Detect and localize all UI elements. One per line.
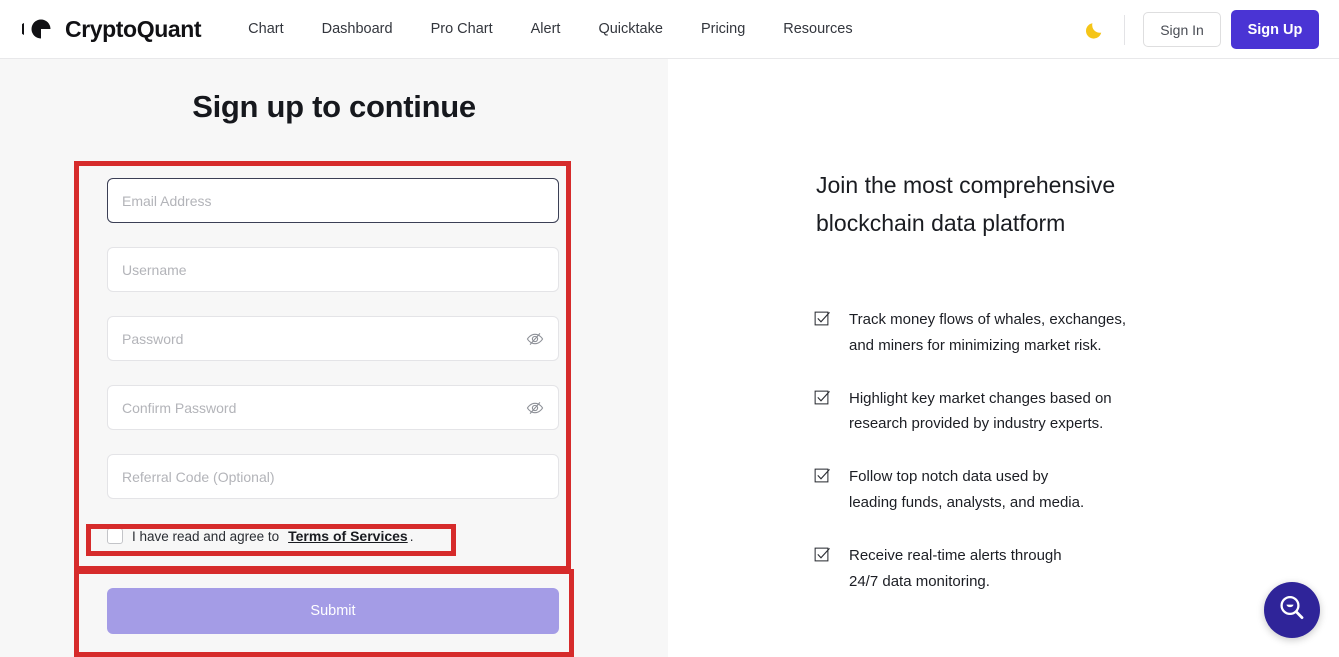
nav-item-dashboard[interactable]: Dashboard — [322, 21, 393, 37]
header-divider — [1124, 14, 1125, 45]
signup-page: CryptoQuant Chart Dashboard Pro Chart Al… — [0, 0, 1339, 657]
feature-line-2: leading funds, analysts, and media. — [849, 493, 1085, 511]
feature-line-2: research provided by industry experts. — [849, 415, 1104, 433]
header-actions: Sign In Sign Up — [1080, 0, 1319, 59]
nav-item-pro-chart[interactable]: Pro Chart — [431, 21, 493, 37]
signup-fields: Email Address Username Password Confirm … — [107, 178, 559, 523]
feature-line-1: Follow top notch data used by — [849, 468, 1049, 486]
nav-item-resources[interactable]: Resources — [783, 21, 852, 37]
terms-text-suffix: . — [409, 528, 414, 544]
promo-heading-line-2: blockchain data platform — [816, 209, 1066, 236]
referral-code-field[interactable]: Referral Code (Optional) — [107, 454, 559, 499]
eye-off-icon[interactable] — [524, 328, 546, 350]
sign-in-button[interactable]: Sign In — [1143, 12, 1221, 47]
eye-off-icon[interactable] — [524, 397, 546, 419]
feature-item: Receive real-time alerts through 24/7 da… — [814, 543, 1234, 595]
checkbox-check-icon — [814, 547, 831, 564]
password-field[interactable]: Password — [107, 316, 559, 361]
help-support-button[interactable] — [1264, 582, 1320, 638]
checkbox-check-icon — [814, 390, 831, 407]
signup-form-panel: Sign up to continue Email Address Userna… — [0, 59, 668, 657]
search-smile-help-icon — [1276, 592, 1308, 629]
terms-of-services-link[interactable]: Terms of Services — [288, 528, 408, 544]
page-title: Sign up to continue — [192, 89, 476, 124]
promo-heading: Join the most comprehensive blockchain d… — [816, 167, 1216, 243]
email-field[interactable]: Email Address — [107, 178, 559, 223]
checkbox-check-icon — [814, 311, 831, 328]
confirm-password-field-placeholder: Confirm Password — [122, 399, 237, 416]
email-field-placeholder: Email Address — [122, 192, 212, 209]
feature-item: Follow top notch data used by leading fu… — [814, 464, 1234, 516]
terms-agreement-row: I have read and agree to Terms of Servic… — [107, 528, 413, 544]
brand-logo[interactable]: CryptoQuant — [20, 15, 202, 43]
nav-item-chart[interactable]: Chart — [248, 21, 283, 37]
page-body: Sign up to continue Email Address Userna… — [0, 59, 1339, 657]
feature-line-2: 24/7 data monitoring. — [849, 572, 990, 590]
feature-text: Receive real-time alerts through 24/7 da… — [849, 543, 1062, 595]
promo-feature-list: Track money flows of whales, exchanges, … — [814, 307, 1234, 621]
feature-text: Highlight key market changes based on re… — [849, 386, 1112, 438]
nav-item-pricing[interactable]: Pricing — [701, 21, 745, 37]
feature-item: Highlight key market changes based on re… — [814, 386, 1234, 438]
main-nav: Chart Dashboard Pro Chart Alert Quicktak… — [248, 21, 852, 37]
moon-icon[interactable] — [1080, 15, 1110, 45]
checkbox-check-icon — [814, 468, 831, 485]
cryptoquant-logo-icon — [20, 18, 56, 40]
feature-text: Follow top notch data used by leading fu… — [849, 464, 1084, 516]
feature-item: Track money flows of whales, exchanges, … — [814, 307, 1234, 359]
submit-button[interactable]: Submit — [107, 588, 559, 634]
promo-heading-line-1: Join the most comprehensive — [816, 172, 1116, 198]
confirm-password-field[interactable]: Confirm Password — [107, 385, 559, 430]
terms-checkbox[interactable] — [107, 528, 123, 544]
terms-text-prefix: I have read and agree to — [132, 528, 280, 544]
password-field-placeholder: Password — [122, 330, 184, 347]
promo-panel: Join the most comprehensive blockchain d… — [668, 59, 1339, 657]
nav-item-alert[interactable]: Alert — [531, 21, 561, 37]
brand-name: CryptoQuant — [65, 15, 202, 42]
username-field[interactable]: Username — [107, 247, 559, 292]
sign-up-button[interactable]: Sign Up — [1231, 10, 1319, 49]
username-field-placeholder: Username — [122, 261, 187, 278]
feature-line-1: Track money flows of whales, exchanges, — [849, 311, 1127, 328]
top-navigation-bar: CryptoQuant Chart Dashboard Pro Chart Al… — [0, 0, 1339, 59]
feature-line-1: Receive real-time alerts through — [849, 546, 1062, 564]
feature-line-2: and miners for minimizing market risk. — [849, 336, 1102, 354]
nav-item-quicktake[interactable]: Quicktake — [598, 21, 662, 37]
referral-code-field-placeholder: Referral Code (Optional) — [122, 468, 275, 485]
feature-line-1: Highlight key market changes based on — [849, 389, 1112, 407]
feature-text: Track money flows of whales, exchanges, … — [849, 307, 1126, 359]
